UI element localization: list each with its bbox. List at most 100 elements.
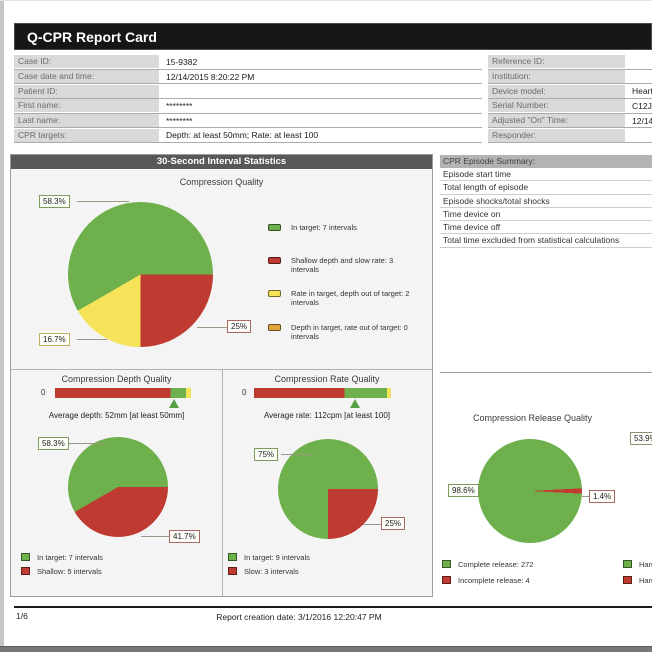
field-label: Reference ID:	[488, 55, 625, 69]
legend-label: Hand	[639, 576, 652, 585]
callout-red: 25%	[381, 517, 406, 530]
legend-item: Shallow: 5 intervals	[21, 567, 211, 576]
field-value: 12/14/2015 8:20:22 PM	[166, 71, 255, 82]
rate-quality-title: Compression Rate Quality	[274, 374, 380, 384]
green-legend-swatch	[268, 224, 281, 231]
legend-item: Rate in target, depth out of target: 2 i…	[268, 289, 418, 307]
release-quality-section: Compression Release Quality 98.6% 1.4% 5…	[440, 380, 652, 600]
legend-label: Hand	[639, 560, 652, 569]
device-info-table: Reference ID: Institution: Device model:…	[488, 55, 652, 144]
info-row-adjusted-on-time: Adjusted "On" Time: 12/14/2	[488, 114, 652, 129]
field-value: ********	[166, 100, 193, 111]
release-quality-pie-chart	[478, 439, 582, 543]
field-label: Patient ID:	[14, 84, 159, 98]
red-legend-swatch	[228, 567, 237, 575]
orange-legend-swatch	[268, 324, 281, 331]
rate-quality-gauge	[254, 388, 391, 398]
legend-item: Shallow depth and slow rate: 3 intervals	[268, 256, 423, 274]
case-info-table: Case ID: 15-9382 Case date and time: 12/…	[14, 55, 482, 144]
legend-label: Rate in target, depth out of target: 2 i…	[291, 289, 410, 307]
field-label: Last name:	[14, 114, 159, 128]
legend-item: Complete release: 272	[442, 560, 592, 569]
release-quality-title: Compression Release Quality	[472, 413, 593, 423]
legend-item: Incomplete release: 4	[442, 576, 592, 585]
summary-row: Total length of episode	[440, 181, 652, 195]
info-row-patient-id: Patient ID:	[14, 84, 482, 100]
legend-item-clipped: Hand	[623, 560, 652, 569]
footer-rule	[14, 606, 652, 608]
gauge-min-label: 0	[242, 388, 247, 397]
depth-average-marker	[169, 399, 179, 408]
info-row-cpr-targets: CPR targets: Depth: at least 50mm; Rate:…	[14, 128, 482, 144]
callout-green: 98.6%	[448, 484, 479, 497]
callout-green: 58.3%	[38, 437, 69, 450]
legend-item: In target: 7 intervals	[21, 553, 211, 562]
field-label: Case date and time:	[14, 70, 159, 84]
red-legend-swatch	[268, 257, 281, 264]
gauge-min-label: 0	[41, 388, 46, 397]
callout-yellow: 16.7%	[39, 333, 70, 346]
green-legend-swatch	[442, 560, 451, 568]
red-legend-swatch	[442, 576, 451, 584]
info-row-reference-id: Reference ID:	[488, 55, 652, 70]
summary-row: Episode start time	[440, 168, 652, 182]
red-legend-swatch	[623, 576, 632, 584]
legend-label: Depth in target, rate out of target: 0 i…	[291, 323, 408, 341]
field-value: Depth: at least 50mm; Rate: at least 100	[166, 130, 319, 141]
field-label: CPR targets:	[14, 128, 159, 142]
callout-leader	[197, 327, 227, 328]
green-legend-swatch	[228, 553, 237, 561]
green-legend-swatch	[623, 560, 632, 568]
callout-leader	[582, 496, 589, 497]
subpanel-divider	[222, 369, 223, 596]
callout-red: 1.4%	[589, 490, 616, 503]
depth-quality-pie-chart	[68, 437, 168, 537]
legend-item: Depth in target, rate out of target: 0 i…	[268, 323, 418, 341]
page-top-edge	[0, 0, 652, 1]
legend-label: In target: 7 intervals	[291, 223, 357, 232]
field-label: Institution:	[488, 70, 625, 84]
summary-row: Total time excluded from statistical cal…	[440, 234, 652, 248]
episode-summary-header: CPR Episode Summary:	[440, 155, 652, 168]
summary-row: Time device off	[440, 221, 652, 235]
legend-label: Shallow: 5 intervals	[37, 567, 102, 576]
callout-red: 41.7%	[169, 530, 200, 543]
depth-quality-title: Compression Depth Quality	[61, 374, 172, 384]
callout-leader	[281, 454, 313, 455]
field-value: C12J-0	[632, 100, 652, 111]
info-row-last-name: Last name: ********	[14, 114, 482, 129]
legend-item: In target: 9 intervals	[228, 553, 418, 562]
info-row-institution: Institution:	[488, 70, 652, 85]
legend-item: Slow: 3 intervals	[228, 567, 418, 576]
field-label: Serial Number:	[488, 99, 625, 113]
right-column-divider	[440, 372, 652, 373]
legend-label: Complete release: 272	[458, 560, 534, 569]
legend-label: Slow: 3 intervals	[244, 567, 299, 576]
report-title: Q-CPR Report Card	[14, 23, 652, 50]
field-value: 15-9382	[166, 56, 198, 67]
legend-item: In target: 7 intervals	[268, 223, 423, 232]
episode-summary-table: CPR Episode Summary: Episode start time …	[440, 155, 652, 248]
callout-leader	[77, 339, 107, 340]
field-label: First name:	[14, 99, 159, 113]
callout-cutoff: 53.9%	[630, 432, 652, 445]
legend-item-clipped: Hand	[623, 576, 652, 585]
info-row-case-date: Case date and time: 12/14/2015 8:20:22 P…	[14, 70, 482, 85]
legend-label: Incomplete release: 4	[458, 576, 530, 585]
callout-leader	[363, 524, 381, 525]
report-creation-date: Report creation date: 3/1/2016 12:20:47 …	[216, 612, 382, 622]
info-row-case-id: Case ID: 15-9382	[14, 55, 482, 70]
field-label: Adjusted "On" Time:	[488, 114, 625, 128]
interval-statistics-header: 30-Second Interval Statistics	[11, 155, 432, 169]
info-row-serial-number: Serial Number: C12J-0	[488, 99, 652, 114]
info-row-device-model: Device model: HeartS	[488, 84, 652, 100]
field-value: 12/14/2	[632, 115, 652, 126]
red-legend-swatch	[21, 567, 30, 575]
legend-label: Shallow depth and slow rate: 3 intervals	[291, 256, 394, 274]
field-value: ********	[166, 115, 193, 126]
interval-statistics-panel: 30-Second Interval Statistics Compressio…	[10, 154, 433, 597]
rate-average-label: Average rate: 112cpm [at least 100]	[263, 411, 390, 420]
legend-label: In target: 9 intervals	[244, 553, 310, 562]
compression-quality-title: Compression Quality	[179, 177, 264, 187]
field-label: Responder:	[488, 128, 625, 142]
